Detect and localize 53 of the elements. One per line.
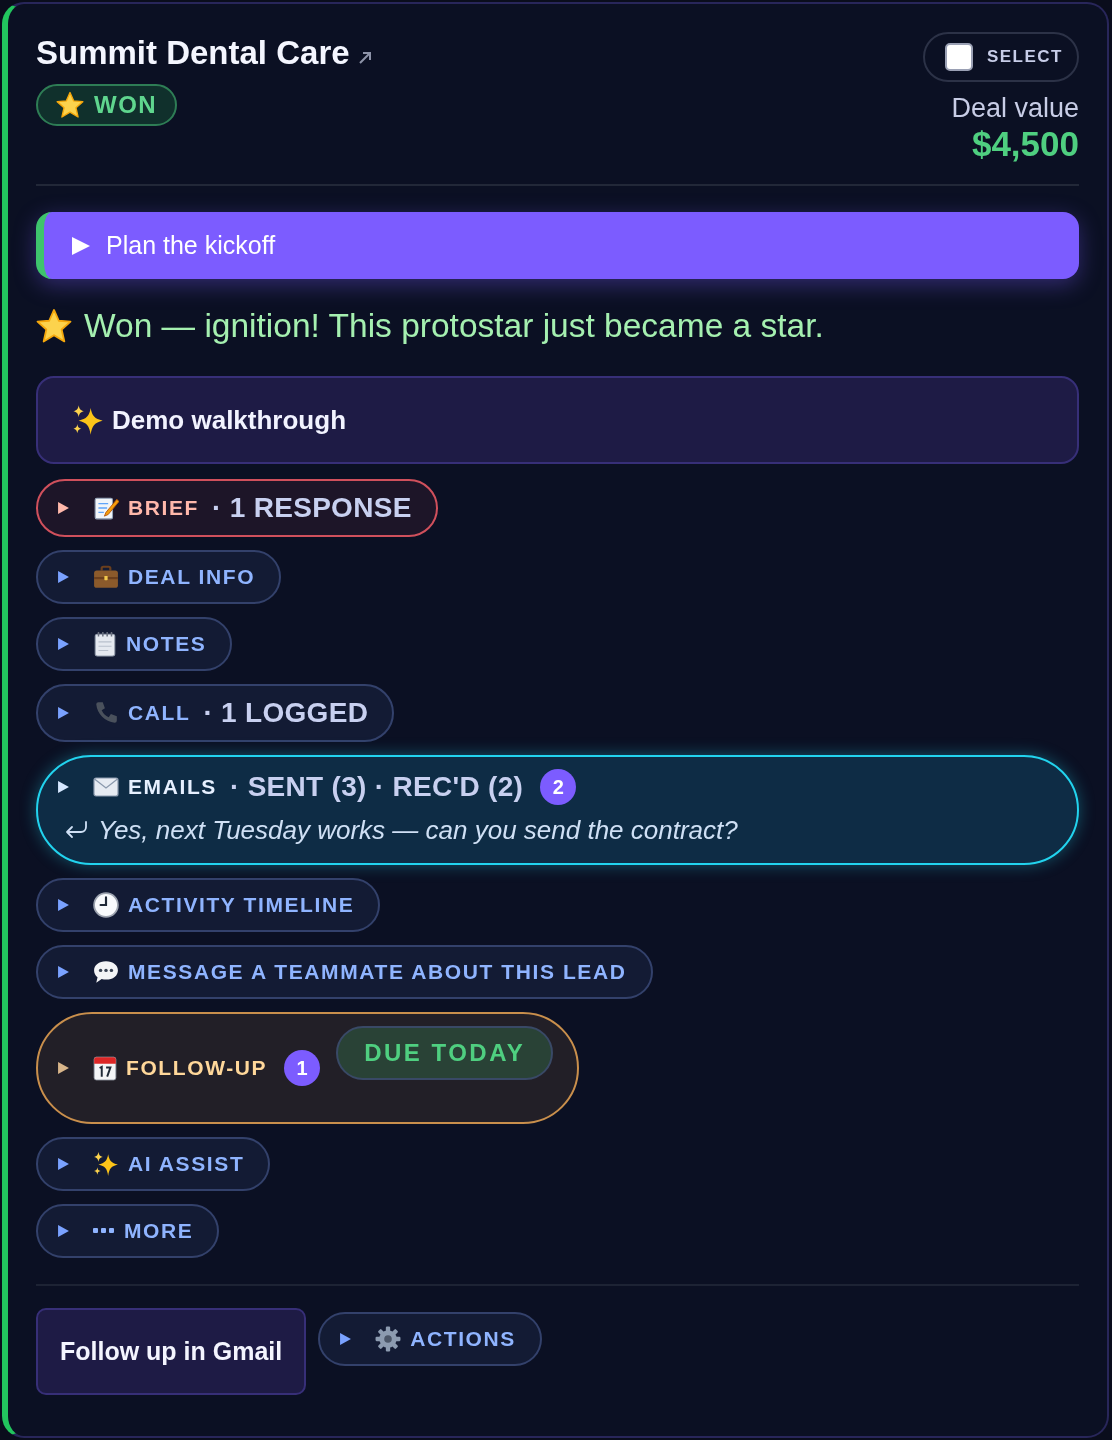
due-tag: DUE TODAY bbox=[336, 1026, 554, 1080]
section-toggle[interactable]: AI ASSIST bbox=[36, 1137, 271, 1191]
caret-icon bbox=[58, 638, 69, 650]
briefcase-icon bbox=[93, 565, 119, 589]
caret-icon bbox=[58, 1225, 69, 1237]
sparkles-icon bbox=[93, 1151, 119, 1177]
notepad-icon bbox=[93, 631, 117, 657]
caret-icon bbox=[58, 707, 69, 719]
actions-toggle[interactable]: ACTIONS bbox=[318, 1312, 542, 1366]
deal-value-label: Deal value bbox=[951, 92, 1079, 124]
email-preview-text: Yes, next Tuesday works — can you send the contract? bbox=[98, 815, 738, 845]
section-toggle[interactable]: CALL · 1 LOGGED bbox=[36, 684, 395, 742]
section-toggle[interactable]: NOTES bbox=[36, 617, 233, 671]
status-label: WON bbox=[94, 91, 158, 119]
deal-value-amount: $4,500 bbox=[971, 124, 1079, 164]
gmail-follow-up-button[interactable]: Follow up in Gmail bbox=[36, 1308, 307, 1395]
status-message: Won — ignition! This protostar just became a star. bbox=[84, 306, 824, 346]
star-icon bbox=[56, 91, 84, 119]
company-name-link[interactable]: Summit Dental Care bbox=[36, 34, 350, 72]
star-icon bbox=[36, 308, 72, 344]
demo-title: Demo walkthrough bbox=[112, 404, 346, 436]
phone-icon bbox=[93, 700, 119, 726]
caret-icon bbox=[58, 1062, 69, 1074]
section-toggle[interactable]: MORE bbox=[36, 1204, 220, 1258]
settings-icon bbox=[375, 1326, 402, 1352]
more-dots-icon bbox=[93, 1228, 115, 1234]
section-toggle[interactable]: BRIEF · 1 RESPONSE bbox=[36, 479, 438, 537]
count-badge: 2 bbox=[540, 769, 577, 805]
section-toggle[interactable]: FOLLOW-UP 1 bbox=[58, 1050, 321, 1086]
next-step-toggle[interactable]: Plan the kickoff bbox=[36, 212, 1079, 279]
clock-icon bbox=[93, 892, 119, 918]
caret-icon bbox=[58, 502, 69, 514]
play-icon bbox=[72, 236, 90, 255]
envelope-icon bbox=[93, 777, 119, 797]
note-pencil-icon bbox=[93, 495, 119, 521]
caret-icon bbox=[58, 966, 69, 978]
section-toggle[interactable]: EMAILS · SENT (3) · REC'D (2) 2 bbox=[58, 769, 1053, 805]
checkbox[interactable] bbox=[944, 43, 973, 71]
select-toggle[interactable]: SELECT bbox=[922, 32, 1079, 82]
caret-icon bbox=[58, 781, 69, 793]
caret-icon bbox=[58, 1158, 69, 1170]
caret-icon bbox=[340, 1333, 352, 1345]
arrow-up-right-icon[interactable] bbox=[357, 51, 372, 65]
speech-bubble-icon bbox=[93, 960, 119, 984]
caret-icon bbox=[58, 899, 69, 911]
calendar-icon bbox=[93, 1055, 117, 1081]
caret-icon bbox=[58, 571, 69, 583]
section-toggle[interactable]: MESSAGE A TEAMMATE ABOUT THIS LEAD bbox=[36, 945, 653, 999]
sparkles-icon bbox=[72, 404, 104, 436]
section-toggle[interactable]: ACTIVITY TIMELINE bbox=[36, 878, 381, 932]
count-badge: 1 bbox=[284, 1050, 321, 1086]
reply-arrow-icon bbox=[64, 820, 90, 840]
section-toggle[interactable]: DEAL INFO bbox=[36, 550, 282, 604]
